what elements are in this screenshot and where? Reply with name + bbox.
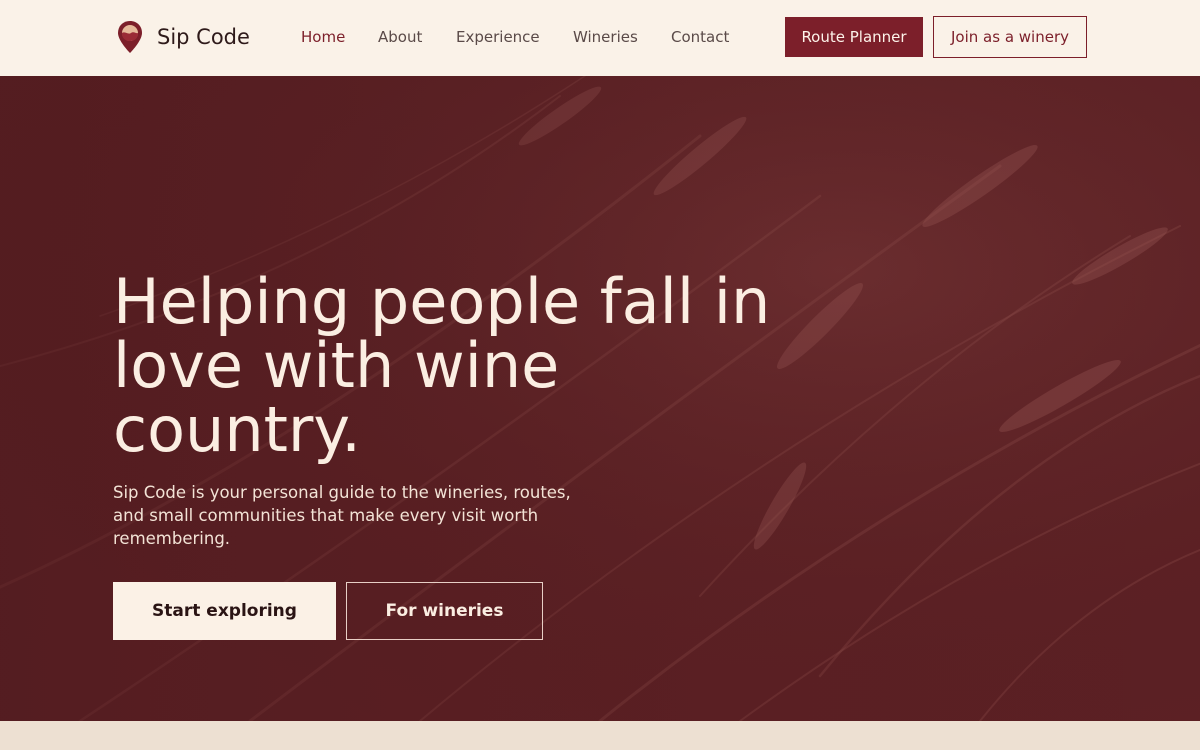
- for-wineries-button[interactable]: For wineries: [346, 582, 543, 640]
- nav-item-wineries[interactable]: Wineries: [573, 28, 638, 46]
- nav-item-about[interactable]: About: [378, 28, 422, 46]
- nav-item-experience[interactable]: Experience: [456, 28, 540, 46]
- site-header: Sip Code Home About Experience Wineries …: [0, 0, 1200, 76]
- nav-item-contact[interactable]: Contact: [671, 28, 729, 46]
- start-exploring-button[interactable]: Start exploring: [113, 582, 336, 640]
- brand-name[interactable]: Sip Code: [157, 24, 250, 50]
- hero-section: Helping people fall in love with wine co…: [0, 76, 1200, 721]
- map-pin-wine-icon[interactable]: [117, 20, 143, 54]
- join-as-winery-button[interactable]: Join as a winery: [933, 16, 1087, 58]
- hero-title: Helping people fall in love with wine co…: [113, 265, 771, 466]
- route-planner-button[interactable]: Route Planner: [785, 17, 923, 57]
- hero-subtitle: Sip Code is your personal guide to the w…: [113, 483, 571, 548]
- next-section-strip: [0, 721, 1200, 750]
- nav-item-home[interactable]: Home: [301, 28, 345, 46]
